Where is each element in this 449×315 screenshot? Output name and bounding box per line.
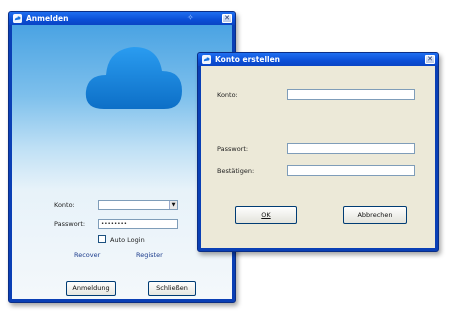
close-icon[interactable]: ✕ xyxy=(425,55,435,64)
konto-client-area: Konto: Passwort: Bestätigen: OK Abbreche… xyxy=(201,66,435,248)
app-icon xyxy=(202,55,211,64)
passwort-input[interactable] xyxy=(287,143,415,154)
anmeldung-button[interactable]: Anmeldung xyxy=(66,281,116,296)
ok-button[interactable]: OK xyxy=(235,206,297,224)
konto-title: Konto erstellen xyxy=(215,55,281,64)
bestaetigen-input[interactable] xyxy=(287,165,415,176)
recover-link[interactable]: Recover xyxy=(74,251,100,259)
cloud-logo xyxy=(85,47,182,109)
auto-login-checkbox[interactable] xyxy=(98,235,106,243)
konto-label: Konto: xyxy=(217,91,238,99)
konto-erstellen-window: Konto erstellen ✕ Konto: Passwort: Bestä… xyxy=(197,52,439,252)
register-link[interactable]: Register xyxy=(136,251,163,259)
close-icon[interactable]: ✕ xyxy=(222,14,232,23)
passwort-label: Passwort: xyxy=(54,220,86,228)
abbrechen-button[interactable]: Abbrechen xyxy=(343,206,407,224)
auto-login-label: Auto Login xyxy=(110,236,145,244)
konto-titlebar[interactable]: Konto erstellen ✕ xyxy=(198,53,438,66)
passwort-label: Passwort: xyxy=(217,145,249,153)
login-titlebar[interactable]: Anmelden ✧ ✕ xyxy=(9,12,235,25)
titlebar-sparkle-icon: ✧ xyxy=(187,13,194,22)
app-icon xyxy=(13,14,22,23)
bestaetigen-label: Bestätigen: xyxy=(217,167,255,175)
konto-label: Konto: xyxy=(54,201,75,209)
passwort-field[interactable]: •••••••• xyxy=(98,219,178,229)
konto-input[interactable] xyxy=(287,89,415,100)
schliessen-button[interactable]: Schließen xyxy=(148,281,196,296)
konto-combobox[interactable]: ▼ xyxy=(98,200,178,210)
dropdown-arrow-icon[interactable]: ▼ xyxy=(169,201,177,209)
login-title: Anmelden xyxy=(26,14,69,23)
